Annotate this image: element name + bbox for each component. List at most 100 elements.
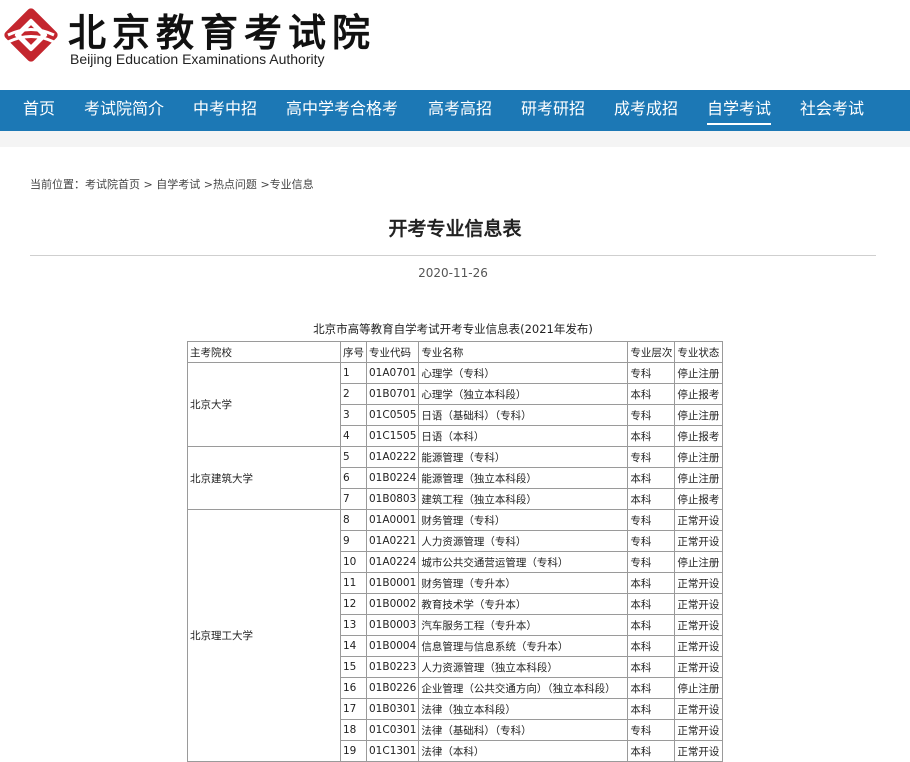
table-caption: 北京市高等教育自学考试开考专业信息表(2021年发布)	[313, 322, 593, 336]
cell-major-name: 心理学（专科）	[418, 362, 629, 384]
cell-level: 本科	[627, 698, 676, 720]
cell-school: 北京大学	[187, 362, 341, 447]
cell-major-name: 财务管理（专科）	[418, 509, 629, 531]
cell-code: 01A0001	[365, 509, 420, 531]
breadcrumb-link-hot[interactable]: 热点问题	[213, 178, 257, 191]
cell-level: 专科	[627, 551, 676, 573]
cell-number: 10	[340, 551, 367, 573]
cell-level: 专科	[627, 719, 676, 741]
cell-number: 11	[340, 572, 367, 594]
cell-major-name: 法律（基础科）（专科）	[418, 719, 629, 741]
cell-code: 01B0002	[365, 593, 420, 615]
cell-status: 正常开设	[674, 572, 724, 594]
cell-status: 正常开设	[674, 614, 724, 636]
cell-major-name: 法律（本科）	[418, 740, 629, 762]
cell-code: 01C0505	[365, 404, 420, 426]
cell-status: 停止报考	[674, 488, 724, 510]
cell-level: 本科	[627, 614, 676, 636]
cell-status: 停止注册	[674, 467, 724, 489]
header-status: 专业状态	[674, 341, 724, 363]
cell-code: 01B0004	[365, 635, 420, 657]
header-school: 主考院校	[187, 341, 341, 363]
cell-major-name: 汽车服务工程（专升本）	[418, 614, 629, 636]
cell-number: 14	[340, 635, 367, 657]
cell-status: 正常开设	[674, 719, 724, 741]
breadcrumb: 当前位置：考试院首页 > 自学考试 >热点问题 >专业信息	[30, 176, 314, 192]
cell-level: 本科	[627, 383, 676, 405]
breadcrumb-link-zikao[interactable]: 自学考试	[156, 178, 200, 191]
cell-status: 停止注册	[674, 404, 724, 426]
nav-item-about[interactable]: 考试院简介	[84, 98, 164, 120]
cell-number: 5	[340, 446, 367, 468]
cell-level: 专科	[627, 404, 676, 426]
cell-level: 本科	[627, 677, 676, 699]
cell-level: 本科	[627, 740, 676, 762]
cell-number: 13	[340, 614, 367, 636]
cell-code: 01C1505	[365, 425, 420, 447]
cell-major-name: 信息管理与信息系统（专升本）	[418, 635, 629, 657]
nav-item-zikao[interactable]: 自学考试	[707, 98, 772, 125]
cell-code: 01B0003	[365, 614, 420, 636]
cell-status: 正常开设	[674, 530, 724, 552]
cell-number: 2	[340, 383, 367, 405]
cell-major-name: 建筑工程（独立本科段）	[418, 488, 629, 510]
nav-item-xuekao[interactable]: 高中学考合格考	[286, 98, 398, 120]
nav-item-chengkao[interactable]: 成考成招	[614, 98, 678, 120]
cell-code: 01C0301	[365, 719, 420, 741]
breadcrumb-separator: >	[260, 178, 270, 191]
cell-number: 3	[340, 404, 367, 426]
cell-status: 停止注册	[674, 362, 724, 384]
cell-number: 18	[340, 719, 367, 741]
table-row: 北京大学 1 01A0701 心理学（专科） 专科 停止注册	[187, 362, 724, 447]
cell-level: 本科	[627, 467, 676, 489]
cell-level: 本科	[627, 572, 676, 594]
nav-item-gaokao[interactable]: 高考高招	[428, 98, 492, 120]
logo-chinese-name[interactable]: 北京教育考试院	[68, 2, 376, 57]
cell-level: 本科	[627, 635, 676, 657]
authority-logo-icon[interactable]	[2, 6, 60, 64]
table-body: 北京大学 1 01A0701 心理学（专科） 专科 停止注册 2 01B0701 心理学（独立本…	[187, 362, 724, 762]
cell-major-name: 教育技术学（专升本）	[418, 593, 629, 615]
table-row: 北京建筑大学 5 01A0222 能源管理（专科） 专科 停止注册	[187, 446, 724, 510]
cell-code: 01C1301	[365, 740, 420, 762]
publish-date: 2020-11-26	[418, 266, 488, 280]
cell-major-name: 心理学（独立本科段）	[418, 383, 629, 405]
nav-item-home[interactable]: 首页	[23, 98, 55, 120]
cell-code: 01B0701	[365, 383, 420, 405]
breadcrumb-link-home[interactable]: 考试院首页	[85, 178, 140, 191]
cell-major-name: 能源管理（独立本科段）	[418, 467, 629, 489]
main-nav: 首页 考试院简介 中考中招 高中学考合格考 高考高招 研考研招 成考成招 自学考…	[0, 90, 910, 131]
header-number: 序号	[340, 341, 367, 363]
cell-major-name: 企业管理（公共交通方向）（独立本科段）	[418, 677, 629, 699]
cell-level: 本科	[627, 488, 676, 510]
cell-status: 停止报考	[674, 425, 724, 447]
nav-item-yankao[interactable]: 研考研招	[521, 98, 585, 120]
cell-major-name: 人力资源管理（独立本科段）	[418, 656, 629, 678]
cell-code: 01A0224	[365, 551, 420, 573]
cell-level: 专科	[627, 362, 676, 384]
nav-item-zhongkao[interactable]: 中考中招	[193, 98, 257, 120]
cell-code: 01B0224	[365, 467, 420, 489]
cell-number: 15	[340, 656, 367, 678]
cell-major-name: 财务管理（专升本）	[418, 572, 629, 594]
cell-status: 正常开设	[674, 593, 724, 615]
cell-major-name: 城市公共交通营运管理（专科）	[418, 551, 629, 573]
nav-item-shehui[interactable]: 社会考试	[800, 98, 864, 120]
cell-level: 专科	[627, 509, 676, 531]
cell-number: 4	[340, 425, 367, 447]
breadcrumb-current[interactable]: 专业信息	[270, 178, 314, 191]
site-header: 北京教育考试院 Beijing Education Examinations A…	[0, 0, 910, 90]
cell-number: 19	[340, 740, 367, 762]
cell-code: 01A0222	[365, 446, 420, 468]
cell-school: 北京理工大学	[187, 509, 341, 762]
content-area: 当前位置：考试院首页 > 自学考试 >热点问题 >专业信息 开考专业信息表 20…	[0, 147, 910, 762]
breadcrumb-separator: >	[203, 178, 213, 191]
cell-major-name: 法律（独立本科段）	[418, 698, 629, 720]
table-header-row: 主考院校 序号 专业代码 专业名称 专业层次 专业状态	[187, 341, 724, 363]
cell-major-name: 能源管理（专科）	[418, 446, 629, 468]
breadcrumb-separator: >	[143, 178, 153, 191]
header-major-name: 专业名称	[418, 341, 629, 363]
cell-status: 停止注册	[674, 446, 724, 468]
header-level: 专业层次	[627, 341, 676, 363]
cell-number: 6	[340, 467, 367, 489]
